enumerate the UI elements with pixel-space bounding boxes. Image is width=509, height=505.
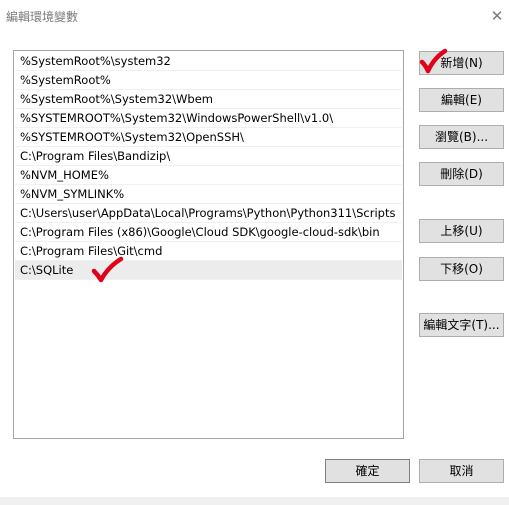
window-bottom-edge <box>0 497 509 505</box>
path-item-selected[interactable]: C:\SQLite <box>15 261 402 280</box>
close-icon[interactable]: ✕ <box>485 0 509 32</box>
path-item[interactable]: C:\Users\user\AppData\Local\Programs\Pyt… <box>15 204 402 223</box>
path-item[interactable]: %SYSTEMROOT%\System32\OpenSSH\ <box>15 128 402 147</box>
title-bar: 編輯環境變數 ✕ <box>0 0 509 32</box>
path-item[interactable]: %SystemRoot%\system32 <box>15 52 402 71</box>
path-item[interactable]: %SystemRoot% <box>15 71 402 90</box>
move-up-button[interactable]: 上移(U) <box>419 219 504 243</box>
path-list[interactable]: %SystemRoot%\system32 %SystemRoot% %Syst… <box>13 50 404 439</box>
path-item[interactable]: C:\Program Files\Git\cmd <box>15 242 402 261</box>
path-item[interactable]: C:\Program Files\Bandizip\ <box>15 147 402 166</box>
path-item[interactable]: C:\Program Files (x86)\Google\Cloud SDK\… <box>15 223 402 242</box>
edit-text-button[interactable]: 編輯文字(T)... <box>419 313 504 337</box>
move-down-button[interactable]: 下移(O) <box>419 257 504 281</box>
path-item[interactable]: %SYSTEMROOT%\System32\WindowsPowerShell\… <box>15 109 402 128</box>
window-title: 編輯環境變數 <box>6 10 79 24</box>
browse-button[interactable]: 瀏覽(B)... <box>419 125 504 149</box>
check-mark-icon <box>419 48 448 74</box>
check-mark-icon <box>91 256 124 283</box>
ok-button[interactable]: 確定 <box>325 459 410 483</box>
edit-button[interactable]: 編輯(E) <box>419 88 504 112</box>
path-item[interactable]: %NVM_HOME% <box>15 166 402 185</box>
path-item[interactable]: %NVM_SYMLINK% <box>15 185 402 204</box>
path-item[interactable]: %SystemRoot%\System32\Wbem <box>15 90 402 109</box>
delete-button[interactable]: 刪除(D) <box>419 162 504 186</box>
cancel-button[interactable]: 取消 <box>419 459 504 483</box>
